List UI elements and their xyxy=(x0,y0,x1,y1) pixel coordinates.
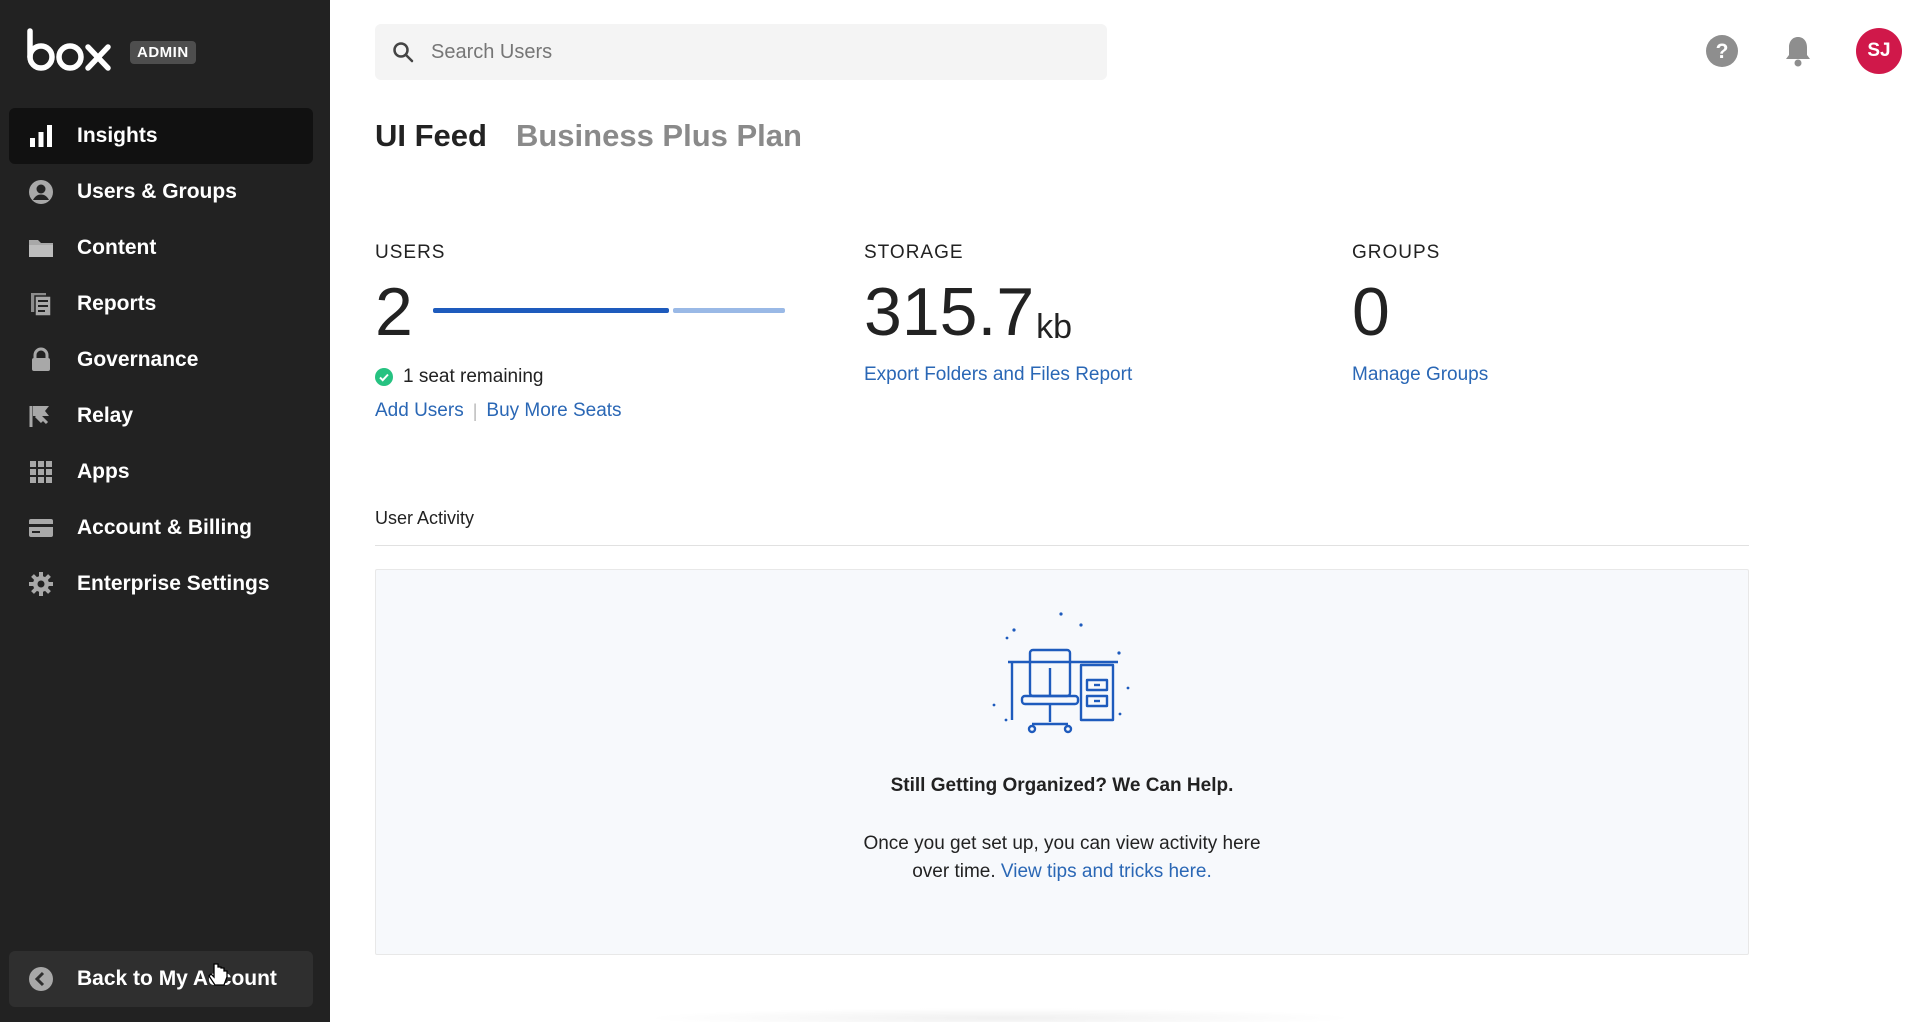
seat-usage-used xyxy=(433,308,669,313)
back-button-label: Back to My Account xyxy=(77,967,277,990)
seat-usage-bar xyxy=(433,308,785,313)
bell-icon[interactable] xyxy=(1780,33,1816,69)
relay-flag-icon xyxy=(27,402,55,430)
sidebar: box ADMIN Insights xyxy=(0,0,330,1022)
lock-icon xyxy=(27,346,55,374)
sidebar-item-label: Insights xyxy=(77,124,158,147)
sidebar-item-relay[interactable]: Relay xyxy=(9,388,313,444)
bar-chart-icon xyxy=(27,122,55,150)
user-activity-title: User Activity xyxy=(375,508,475,528)
search-icon xyxy=(393,42,414,63)
sidebar-item-account-billing[interactable]: Account & Billing xyxy=(9,500,313,556)
brand: box ADMIN xyxy=(26,28,196,72)
search-input[interactable] xyxy=(431,40,1071,64)
divider xyxy=(375,545,1749,546)
sidebar-item-reports[interactable]: Reports xyxy=(9,276,313,332)
top-right-actions: ? SJ xyxy=(1704,28,1902,74)
sidebar-item-label: Relay xyxy=(77,404,134,427)
box-logo[interactable]: box xyxy=(26,28,112,72)
sidebar-item-enterprise-settings[interactable]: Enterprise Settings xyxy=(9,556,313,612)
sidebar-nav: Insights Users & Groups Content Reports xyxy=(9,108,313,612)
gear-icon xyxy=(27,570,55,598)
credit-card-icon xyxy=(27,514,55,542)
sidebar-item-label: Account & Billing xyxy=(77,516,252,539)
desk-chair-illustration xyxy=(992,612,1130,734)
chevron-left-circle-icon xyxy=(27,965,55,993)
storage-value-row: 315.7 kb xyxy=(864,278,1132,346)
sidebar-item-label: Governance xyxy=(77,348,199,371)
empty-state-text: Once you get set up, you can view activi… xyxy=(376,830,1748,886)
activity-empty-state: Still Getting Organized? We Can Help. On… xyxy=(375,569,1749,955)
grid-icon xyxy=(27,458,55,486)
sidebar-item-label: Content xyxy=(77,236,157,259)
seats-remaining-row: 1 seat remaining xyxy=(375,366,622,388)
page-title: UI Feed xyxy=(375,118,487,153)
storage-stat-label: STORAGE xyxy=(864,242,964,263)
empty-state-line-2: over time. xyxy=(912,861,996,882)
manage-groups-link[interactable]: Manage Groups xyxy=(1352,364,1488,385)
seat-usage-remaining xyxy=(672,308,785,313)
sidebar-item-insights[interactable]: Insights xyxy=(9,108,313,164)
help-icon[interactable]: ? xyxy=(1704,33,1740,69)
plan-name: Business Plus Plan xyxy=(515,118,802,153)
svg-text:?: ? xyxy=(1716,40,1729,63)
users-links: Add Users | Buy More Seats xyxy=(375,400,622,422)
storage-stat: STORAGE 315.7 kb Export Folders and File… xyxy=(864,242,1132,386)
admin-console: box ADMIN Insights xyxy=(0,0,1920,1022)
users-stat: USERS 2 1 seat remaining Add Users | Buy… xyxy=(375,242,785,422)
add-users-link[interactable]: Add Users xyxy=(375,400,464,422)
user-circle-icon xyxy=(27,178,55,206)
report-icon xyxy=(27,290,55,318)
check-circle-icon xyxy=(375,368,393,386)
sidebar-item-users-groups[interactable]: Users & Groups xyxy=(9,164,313,220)
bottom-shadow xyxy=(640,1008,1360,1022)
folder-icon xyxy=(27,234,55,262)
sidebar-item-governance[interactable]: Governance xyxy=(9,332,313,388)
users-stat-label: USERS xyxy=(375,242,446,263)
storage-unit: kb xyxy=(1036,308,1073,346)
mouse-pointer-icon xyxy=(208,963,228,986)
seats-remaining-text: 1 seat remaining xyxy=(403,366,544,387)
sidebar-item-label: Apps xyxy=(77,460,130,483)
sidebar-item-label: Enterprise Settings xyxy=(77,572,270,595)
groups-count: 0 xyxy=(1352,274,1390,350)
link-separator: | xyxy=(472,400,478,421)
back-to-my-account-button[interactable]: Back to My Account xyxy=(9,951,313,1007)
view-tips-link[interactable]: View tips and tricks here. xyxy=(1001,861,1212,882)
groups-stat: GROUPS 0 Manage Groups xyxy=(1352,242,1488,386)
sidebar-item-label: Users & Groups xyxy=(77,180,237,203)
sidebar-item-content[interactable]: Content xyxy=(9,220,313,276)
storage-value: 315.7 xyxy=(864,274,1035,350)
sidebar-item-apps[interactable]: Apps xyxy=(9,444,313,500)
admin-badge: ADMIN xyxy=(130,40,196,64)
empty-state-title: Still Getting Organized? We Can Help. xyxy=(890,775,1234,796)
sidebar-item-label: Reports xyxy=(77,292,157,315)
buy-more-seats-link[interactable]: Buy More Seats xyxy=(486,400,621,422)
export-report-link[interactable]: Export Folders and Files Report xyxy=(864,364,1132,385)
groups-stat-label: GROUPS xyxy=(1352,242,1441,263)
user-avatar[interactable]: SJ xyxy=(1856,28,1902,74)
page-heading: UI Feed Business Plus Plan xyxy=(375,118,802,154)
empty-state-line-1: Once you get set up, you can view activi… xyxy=(863,833,1261,854)
search-bar[interactable] xyxy=(375,24,1107,80)
